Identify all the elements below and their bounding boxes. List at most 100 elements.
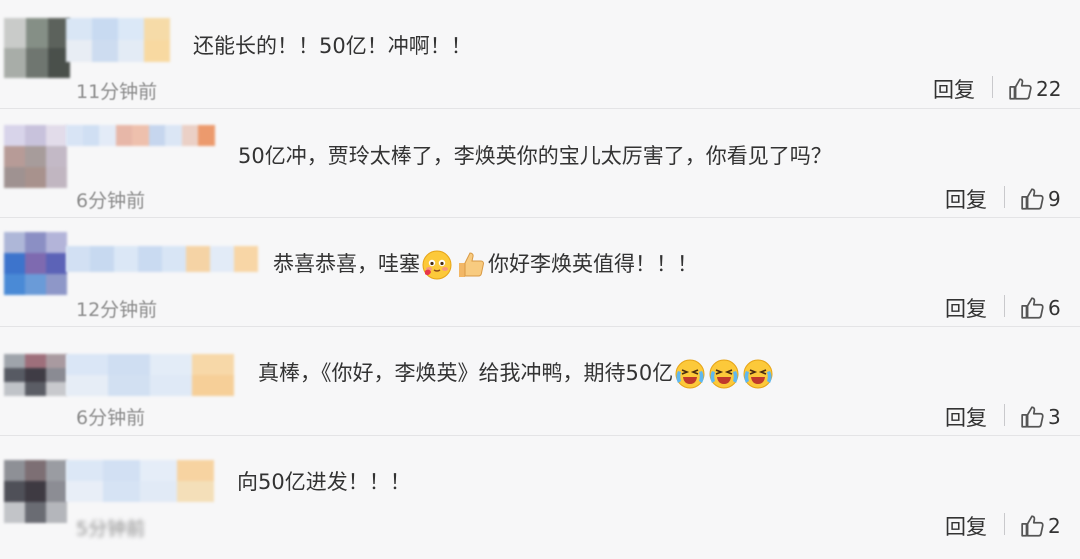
thumbs-up-icon[interactable] [1020,513,1046,539]
comment-text: 恭喜恭喜，哇塞 你好李焕英值得！！！ [273,249,698,281]
reply-button[interactable]: 回复 [933,74,975,104]
mosaic-cell [66,460,103,481]
username[interactable] [66,125,215,167]
comment-text: 真棒，《你好，李焕英》给我冲鸭，期待50亿 [258,358,775,390]
like-count: 3 [1048,405,1061,429]
mosaic-cell [46,382,67,396]
avatar[interactable] [4,18,70,78]
mosaic-cell [25,382,46,396]
divider [1004,186,1005,208]
mosaic-cell [186,246,210,272]
like-count: 2 [1048,514,1061,538]
mosaic-cell [4,354,25,368]
comment-time: 5分钟前 [76,518,146,540]
reply-button[interactable]: 回复 [945,511,987,541]
crying-laugh-emoji-icon [743,359,773,389]
mosaic-cell [103,460,140,481]
like-count: 6 [1048,296,1061,320]
mosaic-cell [46,502,67,523]
mosaic-cell [181,125,198,146]
mosaic-cell [4,460,25,481]
avatar[interactable] [4,232,67,295]
divider [1004,404,1005,426]
like-count: 22 [1036,77,1062,101]
mosaic-cell [26,48,48,78]
mosaic-cell [92,40,118,62]
comment-item: 恭喜恭喜，哇塞 你好李焕英值得！！！ 12分钟前 回复 6 [0,218,1080,327]
mosaic-cell [4,18,26,48]
mosaic-cell [66,40,92,62]
comment-item: 真棒，《你好，李焕英》给我冲鸭，期待50亿 6分钟前 回复 3 [0,327,1080,436]
mosaic-cell [25,502,46,523]
avatar[interactable] [4,125,67,188]
mosaic-cell [25,167,46,188]
mosaic-cell [25,146,46,167]
mosaic-cell [66,375,108,396]
blush-emoji-icon [422,250,452,280]
username[interactable] [66,460,214,502]
mosaic-cell [118,40,144,62]
mosaic-cell [140,481,177,502]
thumbs-up-icon[interactable] [1020,186,1046,212]
crying-laugh-emoji-icon [675,359,705,389]
username[interactable] [66,354,234,396]
mosaic-cell [144,18,170,40]
mosaic-cell [177,481,214,502]
mosaic-cell [26,18,48,48]
comment-item: 还能长的！！50亿！冲啊！！ 11分钟前 回复 22 [0,0,1080,109]
mosaic-cell [4,146,25,167]
mosaic-cell [66,18,92,40]
reply-button[interactable]: 回复 [945,402,987,432]
mosaic-cell [108,375,150,396]
comment-text: 50亿冲，贾玲太棒了，李焕英你的宝儿太厉害了，你看见了吗？ [238,144,832,168]
comment-item: 50亿冲，贾玲太棒了，李焕英你的宝儿太厉害了，你看见了吗？ 6分钟前 回复 9 [0,109,1080,218]
mosaic-cell [92,18,118,40]
divider [1004,295,1005,317]
comment-text: 向50亿进发！！！ [237,470,411,494]
divider [992,76,993,98]
mosaic-cell [46,460,67,481]
mosaic-cell [46,354,67,368]
mosaic-cell [118,18,144,40]
username[interactable] [66,246,258,272]
comment-time: 6分钟前 [76,407,146,429]
comment-time: 11分钟前 [76,81,158,103]
mosaic-cell [25,460,46,481]
comment-text: 还能长的！！50亿！冲啊！！ [193,34,472,58]
thumbs-up-icon[interactable] [1020,295,1046,321]
mosaic-cell [25,232,46,253]
mosaic-cell [4,382,25,396]
thumbs-up-icon[interactable] [1020,404,1046,430]
avatar[interactable] [4,460,67,523]
mosaic-cell [46,368,67,382]
mosaic-cell [210,246,234,272]
mosaic-cell [198,125,215,146]
mosaic-cell [66,354,108,375]
mosaic-cell [108,354,150,375]
reply-button[interactable]: 回复 [945,184,987,214]
avatar[interactable] [4,354,67,396]
mosaic-cell [165,125,182,146]
reply-button[interactable]: 回复 [945,293,987,323]
username[interactable] [66,18,170,62]
thumbs-up-icon[interactable] [1008,76,1034,102]
mosaic-cell [144,40,170,62]
mosaic-cell [4,48,26,78]
mosaic-cell [177,460,214,481]
comment-text-part: 真棒，《你好，李焕英》给我冲鸭，期待50亿 [258,361,674,385]
like-count: 9 [1048,187,1061,211]
mosaic-cell [25,253,46,274]
crying-laugh-emoji-icon [709,359,739,389]
mosaic-cell [99,125,116,146]
mosaic-cell [66,246,90,272]
mosaic-cell [140,460,177,481]
mosaic-cell [150,354,192,375]
mosaic-cell [25,274,46,295]
mosaic-cell [148,125,165,146]
mosaic-cell [46,146,67,167]
mosaic-cell [4,368,25,382]
mosaic-cell [66,125,83,146]
mosaic-cell [82,125,99,146]
mosaic-cell [192,354,234,375]
mosaic-cell [25,481,46,502]
